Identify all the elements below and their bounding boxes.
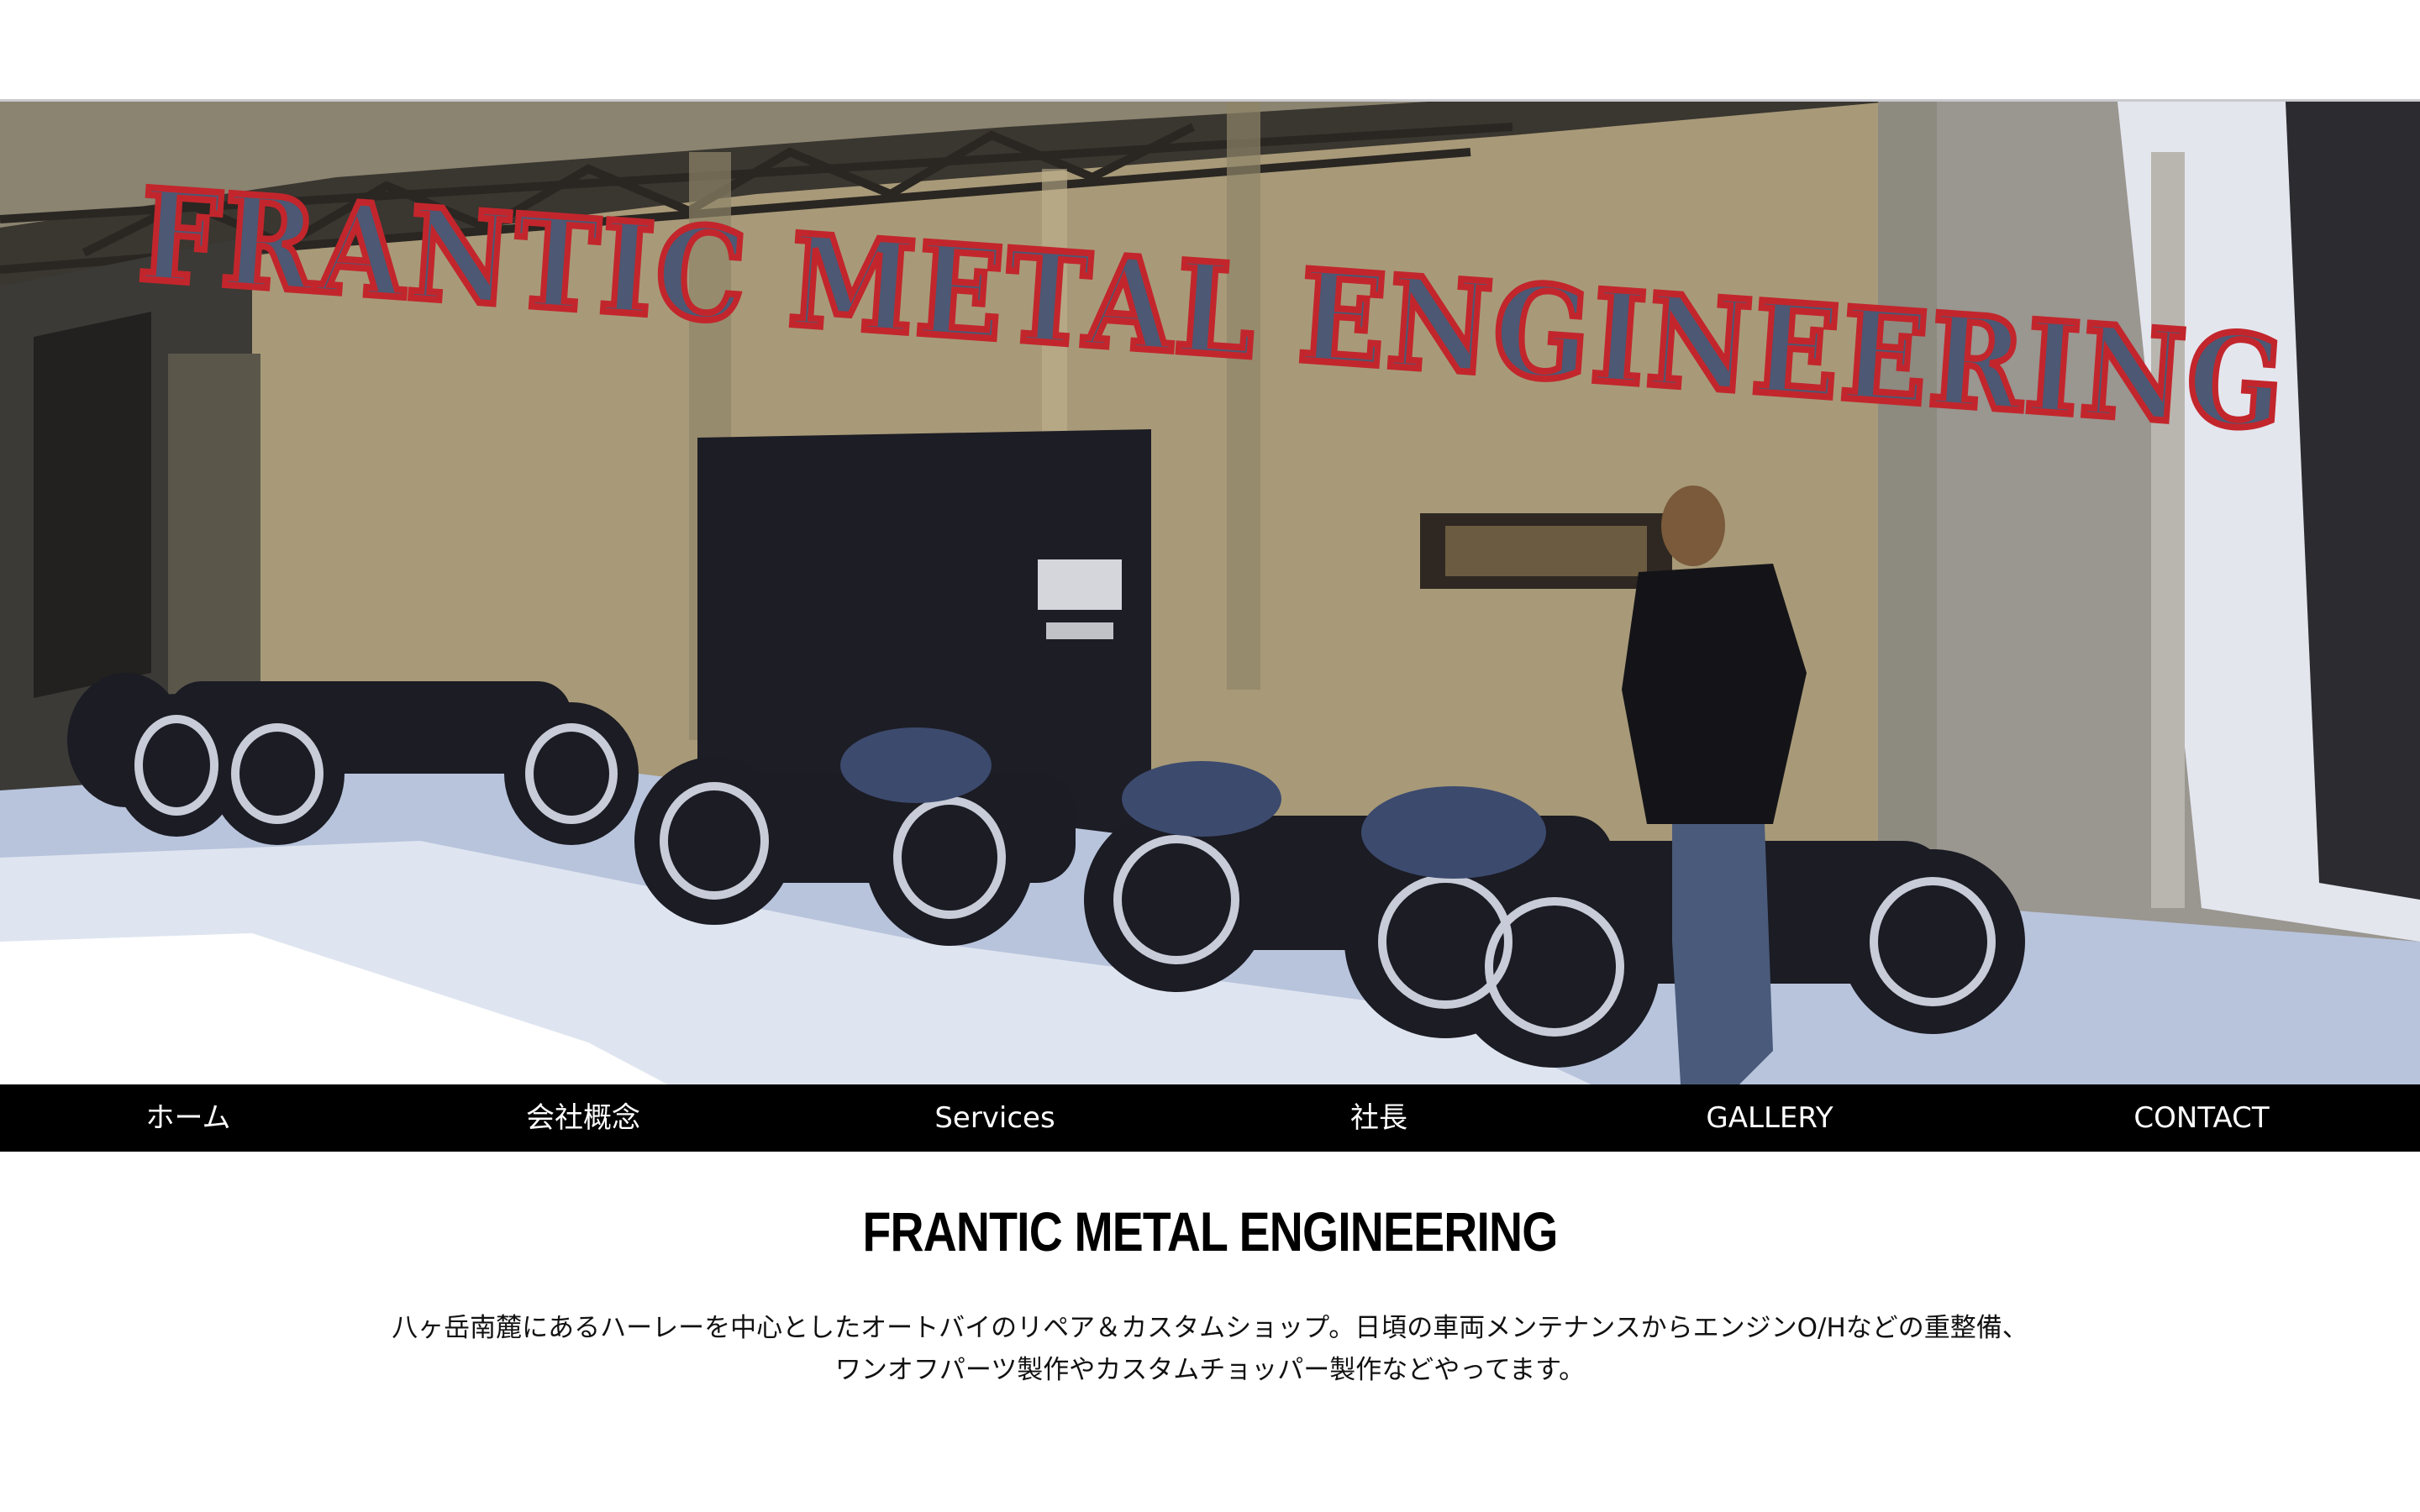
nav-home[interactable]: ホーム — [146, 1084, 231, 1152]
page: FRANTIC METAL ENGINEERING ホーム 会社概念 Servi… — [0, 0, 2420, 1512]
intro-text: 八ヶ岳南麓にあるハーレーを中心としたオートバイのリペア＆カスタムショップ。日頃の… — [0, 1307, 2420, 1391]
nav-president[interactable]: 社長 — [1350, 1084, 1407, 1152]
main-nav: ホーム 会社概念 Services 社長 GALLERY CONTACT — [0, 1084, 2420, 1152]
nav-gallery[interactable]: GALLERY — [1706, 1084, 1833, 1152]
intro-line-2: ワンオフパーツ製作やカスタムチョッパー製作などやってます。 — [834, 1355, 1586, 1385]
intro-line-1: 八ヶ岳南麓にあるハーレーを中心としたオートバイのリペア＆カスタムショップ。日頃の… — [392, 1313, 2028, 1343]
nav-company[interactable]: 会社概念 — [526, 1084, 640, 1152]
nav-contact[interactable]: CONTACT — [2133, 1084, 2269, 1152]
page-title: FRANTIC METAL ENGINEERING — [862, 1200, 1558, 1263]
hero-banner-image: FRANTIC METAL ENGINEERING — [0, 99, 2420, 1084]
top-spacer — [0, 0, 2420, 99]
nav-services[interactable]: Services — [934, 1084, 1055, 1152]
